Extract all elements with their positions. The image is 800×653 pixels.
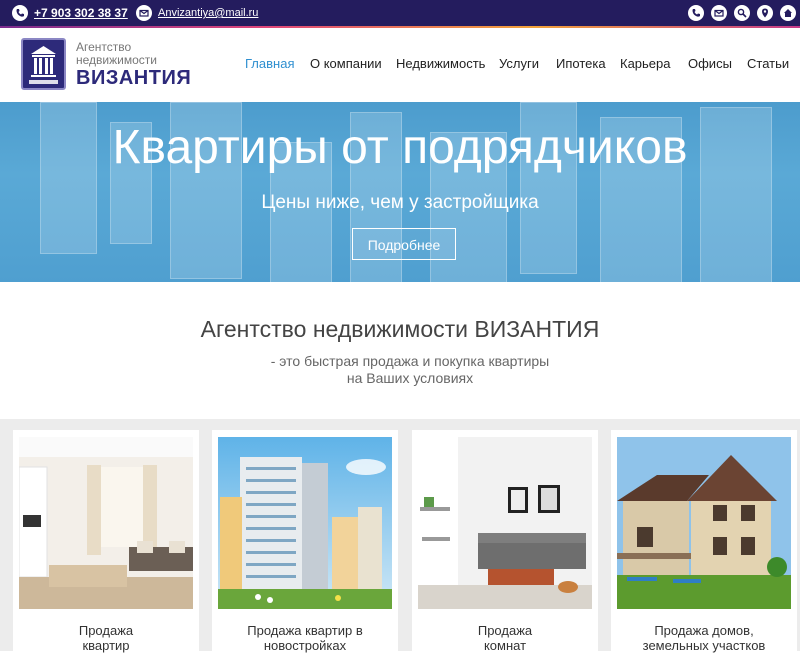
service-card-new-buildings[interactable]: Продажа квартир в новостройках (212, 430, 398, 653)
nav-item-realty[interactable]: Недвижимость (396, 56, 485, 71)
logo-emblem[interactable] (21, 38, 66, 90)
room-interior-image (418, 437, 592, 609)
intro-text-line1: - это быстрая продажа и покупка квартиры (270, 353, 550, 369)
service-card-rooms[interactable]: Продажа комнат (412, 430, 598, 653)
site-header: Агентство недвижимости ВИЗАНТИЯ Главная … (0, 28, 800, 102)
intro-text-line2: на Ваших условиях (346, 370, 474, 386)
search-icon[interactable] (734, 5, 750, 21)
hero-subtitle: Цены ниже, чем у застройщика (261, 192, 539, 213)
nav-item-home[interactable]: Главная (245, 56, 294, 71)
logo-brand-name: ВИЗАНТИЯ (76, 67, 192, 89)
map-icon[interactable] (757, 5, 773, 21)
service-card-houses[interactable]: Продажа домов, земельных участков (611, 430, 797, 653)
nav-item-mortgage[interactable]: Ипотека (556, 56, 606, 71)
phone-icon[interactable] (688, 5, 704, 21)
card-title-line1: Продажа квартир в (247, 623, 363, 638)
home-icon[interactable] (780, 5, 796, 21)
house-image (617, 437, 791, 609)
mail-icon[interactable] (711, 5, 727, 21)
hero-banner: Квартиры от подрядчиков Цены ниже, чем у… (0, 102, 800, 282)
phone-icon (12, 5, 28, 21)
nav-item-offices[interactable]: Офисы (688, 56, 732, 71)
service-card-apartments[interactable]: Продажа квартир (13, 430, 199, 653)
new-building-image (218, 437, 392, 609)
hero-title: Квартиры от подрядчиков (112, 121, 688, 174)
email-link[interactable]: Anvizantiya@mail.ru (158, 7, 258, 19)
card-title-line1: Продажа (78, 623, 134, 638)
logo-text-line2: недвижимости (76, 53, 157, 67)
nav-item-articles[interactable]: Статьи (747, 56, 789, 71)
nav-item-career[interactable]: Карьера (620, 56, 671, 71)
card-title-line1: Продажа (477, 623, 533, 638)
apartment-interior-image (19, 437, 193, 609)
hero-details-button[interactable]: Подробнее (352, 228, 456, 260)
phone-link[interactable]: +7 903 302 38 37 (34, 6, 128, 20)
nav-item-about[interactable]: О компании (310, 56, 382, 71)
mail-icon (136, 5, 152, 21)
intro-title: Агентство недвижимости ВИЗАНТИЯ (200, 316, 600, 342)
card-title-line1: Продажа домов, (654, 623, 754, 638)
nav-item-services[interactable]: Услуги (499, 56, 539, 71)
